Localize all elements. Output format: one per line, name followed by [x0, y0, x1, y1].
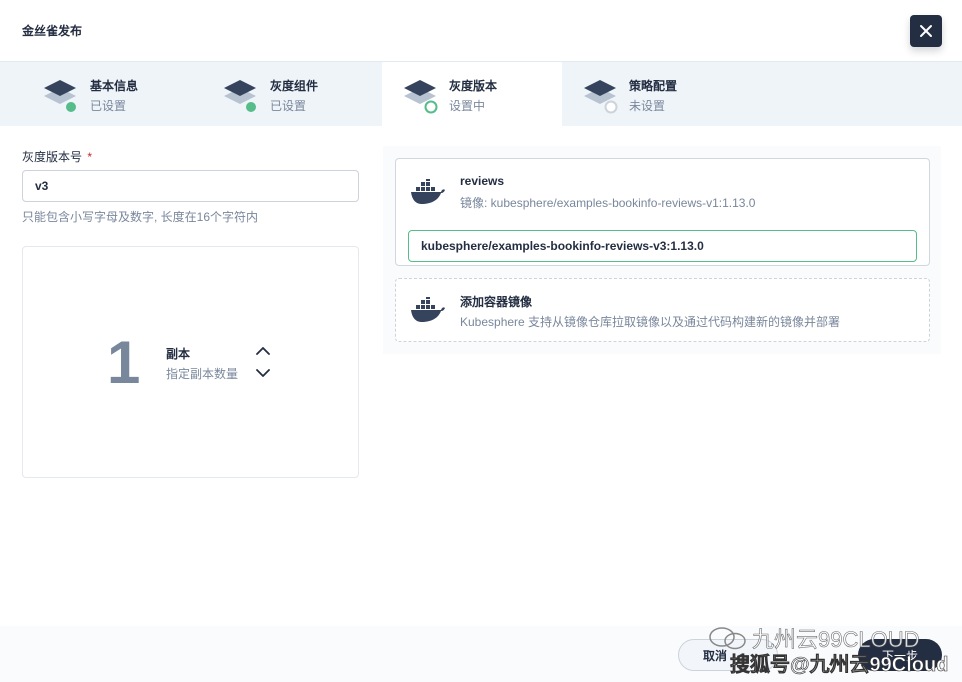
container-card[interactable]: reviews 镜像: kubesphere/examples-bookinfo… [395, 158, 930, 266]
replica-count: 1 [107, 329, 141, 396]
layers-icon [584, 80, 618, 114]
close-button[interactable] [910, 15, 942, 47]
version-label-text: 灰度版本号 [22, 150, 83, 164]
step-title: 基本信息 [90, 79, 139, 93]
version-field-label: 灰度版本号 * [22, 148, 92, 165]
chevron-down-icon [256, 369, 270, 377]
step-status: 已设置 [90, 99, 127, 113]
docker-icon [411, 297, 445, 322]
decrease-replica-button[interactable] [253, 365, 273, 381]
step-title: 灰度组件 [270, 79, 319, 93]
required-mark: * [87, 150, 93, 164]
step-title: 灰度版本 [449, 79, 498, 93]
container-image: 镜像: kubesphere/examples-bookinfo-reviews… [460, 196, 756, 210]
version-input[interactable] [22, 170, 359, 202]
step-status: 已设置 [270, 99, 307, 113]
modal-header: 金丝雀发布 [0, 0, 962, 62]
replica-title: 副本 [166, 347, 191, 361]
new-image-input[interactable] [408, 230, 917, 262]
steps-bar: 基本信息 已设置 灰度组件 已设置 灰度版本 设置中 策略配置 未设置 [0, 62, 962, 126]
watermark-source: 搜狐号@九州云99Cloud [730, 654, 949, 677]
step-canary-component[interactable]: 灰度组件 已设置 [182, 62, 362, 126]
docker-icon [411, 179, 445, 204]
chevron-up-icon [256, 347, 270, 355]
step-strategy-config[interactable]: 策略配置 未设置 [562, 62, 742, 126]
container-name: reviews [460, 174, 505, 188]
close-icon [920, 25, 932, 37]
increase-replica-button[interactable] [253, 343, 273, 359]
container-panel: reviews 镜像: kubesphere/examples-bookinfo… [383, 146, 941, 354]
add-container-desc: Kubesphere 支持从镜像仓库拉取镜像以及通过代码构建新的镜像并部署 [460, 315, 841, 329]
step-canary-version[interactable]: 灰度版本 设置中 [382, 62, 562, 126]
modal-title: 金丝雀发布 [22, 24, 83, 38]
add-container-card[interactable]: 添加容器镜像 Kubesphere 支持从镜像仓库拉取镜像以及通过代码构建新的镜… [395, 278, 930, 342]
add-container-title: 添加容器镜像 [460, 295, 533, 309]
layers-icon [224, 80, 258, 114]
layers-icon [404, 80, 438, 114]
step-status: 未设置 [629, 99, 666, 113]
step-title: 策略配置 [629, 79, 678, 93]
replica-card: 1 副本 指定副本数量 [22, 246, 359, 478]
layers-icon [44, 80, 78, 114]
step-basic-info[interactable]: 基本信息 已设置 [2, 62, 182, 126]
replica-desc: 指定副本数量 [166, 367, 239, 381]
version-hint: 只能包含小写字母及数字, 长度在16个字符内 [22, 210, 259, 224]
step-status: 设置中 [449, 99, 486, 113]
